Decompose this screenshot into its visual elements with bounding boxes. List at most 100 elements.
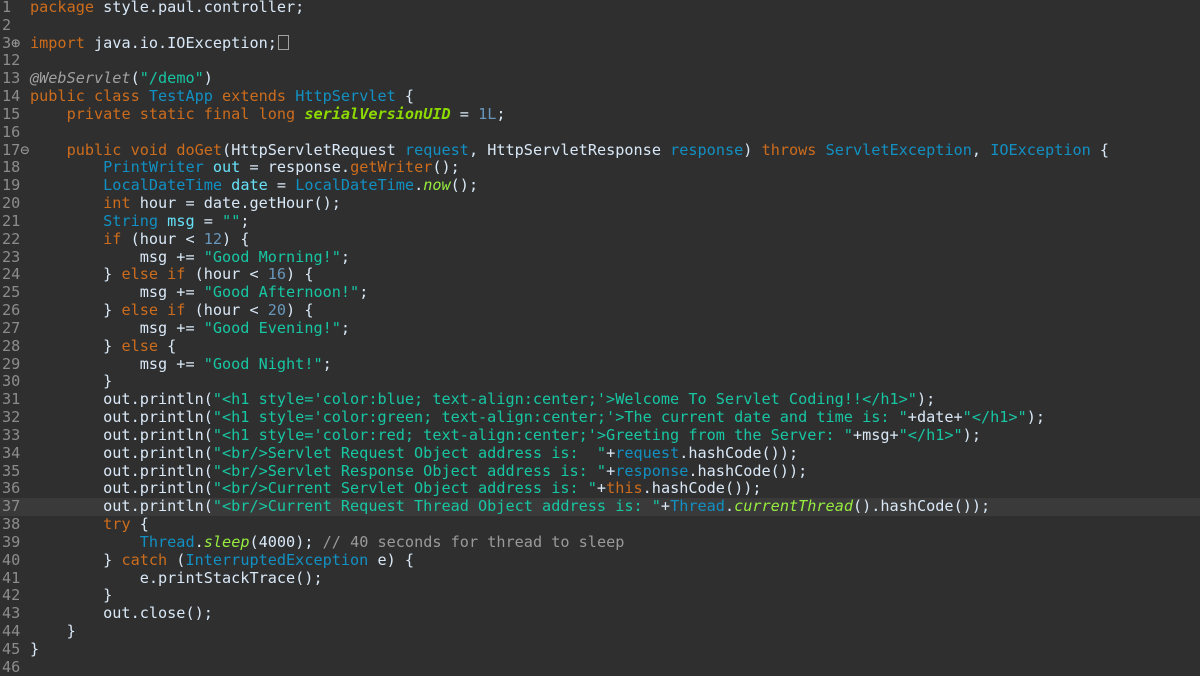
code-line[interactable]: 21 String msg = ""; — [0, 212, 1200, 231]
code-line[interactable]: 46 — [0, 657, 1200, 676]
code-token: out.close(); — [30, 604, 213, 623]
code-text: PrintWriter out = response.getWriter(); — [30, 159, 460, 177]
code-token: "<h1 style='color:red; text-align:center… — [212, 425, 853, 444]
code-token: out.println( — [30, 425, 213, 444]
code-line[interactable]: 29 msg += "Good Night!"; — [0, 354, 1200, 374]
code-token: = response. — [240, 158, 351, 177]
code-line[interactable]: 36 out.println("<br/>Current Servlet Obj… — [0, 479, 1200, 498]
code-token: request — [615, 443, 680, 462]
code-line[interactable]: 41 e.printStackTrace(); — [0, 568, 1200, 588]
code-token: .hashCode()); — [642, 479, 762, 498]
code-line[interactable]: 31 out.println("<h1 style='color:blue; t… — [0, 390, 1200, 409]
code-token: hour = date.getHour(); — [130, 194, 341, 213]
code-token: (); — [432, 158, 460, 177]
code-token: "</h1>" — [898, 425, 963, 444]
code-token: HttpServlet — [295, 87, 396, 106]
code-token: response — [670, 140, 744, 159]
code-line[interactable]: 30 } — [0, 372, 1200, 391]
code-line[interactable]: 12 — [0, 52, 1200, 70]
code-line[interactable]: 33 out.println("<h1 style='color:red; te… — [0, 425, 1200, 445]
code-editor[interactable]: 1 package style.paul.controller; 2 3 ⊕ import… — [0, 0, 1200, 676]
code-text: msg += "Good Morning!"; — [30, 248, 350, 267]
code-line[interactable]: 2 — [0, 15, 1200, 35]
code-line[interactable]: 15 private static final long serialVersi… — [0, 104, 1200, 124]
code-token: public void — [66, 140, 177, 159]
code-line[interactable]: 26 } else if (hour < 20) { — [0, 301, 1200, 320]
fold-collapse-icon[interactable]: ⊖ — [20, 141, 29, 159]
code-line[interactable]: 20 int hour = date.getHour(); — [0, 194, 1200, 213]
line-number: 23 — [2, 247, 21, 266]
code-token: ; — [496, 104, 506, 123]
code-text: out.close(); — [30, 604, 213, 623]
code-line[interactable]: 43 out.close(); — [0, 604, 1200, 623]
code-token: date — [222, 176, 268, 195]
code-line[interactable]: 35 out.println("<br/>Servlet Response Ob… — [0, 462, 1200, 481]
code-token: ) { — [286, 265, 314, 284]
code-token: ServletException — [825, 140, 972, 159]
code-line[interactable]: 24 } else if (hour < 16) { — [0, 266, 1200, 284]
code-token: // 40 seconds for thread to sleep — [322, 532, 625, 551]
code-text: String msg = ""; — [30, 212, 249, 231]
code-token: "Good Night!" — [203, 354, 323, 373]
code-token: else if — [121, 265, 186, 284]
code-token: else — [121, 336, 159, 355]
code-text: Thread.sleep(4000); // 40 seconds for th… — [30, 532, 625, 552]
collapsed-imports-icon[interactable] — [277, 34, 289, 50]
code-line[interactable]: 27 msg += "Good Evening!"; — [0, 318, 1200, 338]
fold-expand-icon[interactable]: ⊕ — [11, 34, 20, 52]
code-text: } — [30, 622, 76, 641]
code-line[interactable]: 19 LocalDateTime date = LocalDateTime.no… — [0, 176, 1200, 195]
code-line[interactable]: 32 out.println("<h1 style='color:green; … — [0, 408, 1200, 427]
code-line[interactable]: 22 if (hour < 12) { — [0, 229, 1200, 249]
code-line[interactable]: 17⊖ public void doGet(HttpServletRequest… — [0, 140, 1200, 160]
code-token: { — [130, 515, 149, 534]
line-number: 46 — [2, 657, 21, 676]
code-token: out.println( — [30, 408, 213, 427]
line-number: 2 — [2, 15, 12, 34]
code-token: if — [103, 229, 122, 248]
code-token: private static final long — [66, 104, 305, 123]
line-number: 26 — [2, 301, 21, 320]
code-line[interactable]: 14 public class TestApp extends HttpServl… — [0, 87, 1200, 106]
code-text: public class TestApp extends HttpServlet… — [30, 87, 414, 106]
code-text: package style.paul.controller; — [30, 0, 304, 17]
line-number: 27 — [2, 318, 21, 337]
code-token: 12 — [203, 229, 223, 248]
line-number: 28 — [2, 336, 21, 355]
code-line[interactable]: 37 out.println("<br/>Current Request Thr… — [0, 497, 1200, 517]
line-number: 17⊖ — [2, 140, 30, 159]
code-token: request — [404, 140, 469, 159]
code-line[interactable]: 44 } — [0, 622, 1200, 641]
code-line[interactable]: 39 Thread.sleep(4000); // 40 seconds for… — [0, 532, 1200, 552]
code-line[interactable]: 28 } else { — [0, 336, 1200, 356]
code-line[interactable]: 1 package style.paul.controller; — [0, 0, 1200, 17]
code-token: e) { — [368, 550, 415, 569]
code-token: .hashCode()); — [679, 443, 799, 462]
line-number: 29 — [2, 354, 21, 373]
code-line[interactable]: 3⊕ import java.io.IOException; — [0, 33, 1200, 53]
line-number: 30 — [2, 372, 21, 391]
code-line[interactable]: 45} — [0, 640, 1200, 659]
code-line[interactable]: 16 — [0, 123, 1200, 142]
code-text: out.println("<br/>Servlet Response Objec… — [30, 462, 807, 481]
code-token: import — [30, 33, 85, 52]
code-line[interactable]: 38 try { — [0, 515, 1200, 534]
code-token: Thread — [670, 497, 725, 516]
code-line[interactable]: 40 } catch (InterruptedException e) { — [0, 550, 1200, 570]
code-text: } else if (hour < 20) { — [30, 301, 313, 320]
code-text: out.println("<br/>Servlet Request Object… — [30, 443, 799, 463]
code-text: int hour = date.getHour(); — [30, 194, 341, 213]
code-line[interactable]: 25 msg += "Good Afternoon!"; — [0, 283, 1200, 302]
line-number: 42 — [2, 586, 21, 605]
code-line[interactable]: 13 @WebServlet("/demo") — [0, 69, 1200, 88]
line-number: 41 — [2, 568, 21, 587]
code-token: = — [450, 104, 479, 123]
code-line[interactable]: 23 msg += "Good Morning!"; — [0, 247, 1200, 267]
code-line[interactable]: 34 out.println("<br/>Servlet Request Obj… — [0, 443, 1200, 463]
code-line[interactable]: 42 } — [0, 586, 1200, 605]
line-number: 14 — [2, 87, 21, 106]
code-line[interactable]: 18 PrintWriter out = response.getWriter(… — [0, 159, 1200, 177]
